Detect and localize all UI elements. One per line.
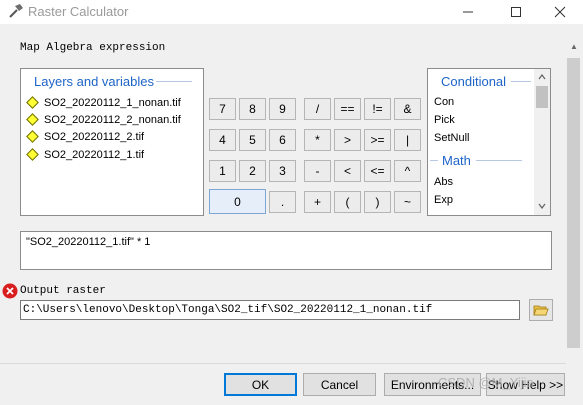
- window-title: Raster Calculator: [28, 4, 129, 19]
- layer-item[interactable]: SO2_20220112_2_nonan.tif: [26, 111, 181, 128]
- layer-item[interactable]: SO2_20220112_1.tif: [26, 146, 144, 163]
- browse-button[interactable]: [529, 299, 553, 321]
- raster-layer-icon: [26, 130, 39, 143]
- key-5[interactable]: 5: [239, 129, 266, 151]
- math-header-divider: [476, 160, 522, 161]
- ok-button[interactable]: OK: [224, 373, 297, 396]
- function-item-con[interactable]: Con: [434, 96, 454, 108]
- key-greater-equal[interactable]: >=: [364, 129, 391, 151]
- layer-item-label: SO2_20220112_1_nonan.tif: [44, 96, 181, 109]
- key-plus[interactable]: +: [304, 191, 331, 213]
- function-item-exp[interactable]: Exp: [434, 194, 453, 206]
- watermark: CSDN @M_Yijia: [438, 375, 534, 390]
- output-path-input[interactable]: C:\Users\lenovo\Desktop\Tonga\SO2_tif\SO…: [20, 300, 520, 320]
- close-icon[interactable]: [537, 0, 583, 24]
- error-icon: [2, 283, 18, 299]
- layer-item-label: SO2_20220112_1.tif: [44, 148, 145, 161]
- key-multiply[interactable]: *: [304, 129, 331, 151]
- dialog-scroll-thumb[interactable]: [567, 58, 580, 348]
- math-header-divider-left: [430, 160, 438, 161]
- key-xor[interactable]: ^: [394, 160, 421, 182]
- math-header: Math: [442, 153, 471, 168]
- minimize-icon[interactable]: [445, 0, 491, 24]
- key-divide[interactable]: /: [304, 98, 331, 120]
- expression-text: "SO2_20220112_1.tif" * 1: [26, 236, 151, 248]
- key-or[interactable]: |: [394, 129, 421, 151]
- function-item-abs[interactable]: Abs: [434, 176, 453, 188]
- function-item-pick[interactable]: Pick: [434, 114, 455, 126]
- key-9[interactable]: 9: [269, 98, 296, 120]
- layers-header: Layers and variables: [34, 74, 154, 89]
- maximize-icon[interactable]: [493, 0, 539, 24]
- key-3[interactable]: 3: [269, 160, 296, 182]
- key-decimal[interactable]: .: [269, 191, 296, 213]
- key-1[interactable]: 1: [209, 160, 236, 182]
- key-not-equal[interactable]: !=: [364, 98, 391, 120]
- key-minus[interactable]: -: [304, 160, 331, 182]
- key-equal[interactable]: ==: [334, 98, 361, 120]
- expression-label: Map Algebra expression: [20, 42, 166, 54]
- key-2[interactable]: 2: [239, 160, 266, 182]
- layers-header-divider: [156, 81, 192, 82]
- conditional-header-divider: [511, 81, 531, 82]
- key-and[interactable]: &: [394, 98, 421, 120]
- key-not[interactable]: ~: [394, 191, 421, 213]
- key-less[interactable]: <: [334, 160, 361, 182]
- key-close-paren[interactable]: ): [364, 191, 391, 213]
- function-item-setnull[interactable]: SetNull: [434, 132, 469, 144]
- key-6[interactable]: 6: [269, 129, 296, 151]
- layer-item-label: SO2_20220112_2_nonan.tif: [44, 113, 181, 126]
- footer-divider: [0, 363, 566, 364]
- layer-item-label: SO2_20220112_2.tif: [44, 130, 145, 143]
- folder-open-icon: [533, 305, 549, 316]
- hammer-icon: [7, 3, 25, 21]
- key-open-paren[interactable]: (: [334, 191, 361, 213]
- cancel-button[interactable]: Cancel: [303, 373, 376, 396]
- layer-item[interactable]: SO2_20220112_2.tif: [26, 128, 144, 145]
- scroll-down-icon[interactable]: [535, 200, 549, 212]
- key-7[interactable]: 7: [209, 98, 236, 120]
- output-raster-label: Output raster: [20, 285, 106, 297]
- functions-scroll-thumb[interactable]: [536, 86, 548, 108]
- key-0[interactable]: 0: [209, 189, 266, 214]
- key-8[interactable]: 8: [239, 98, 266, 120]
- key-greater[interactable]: >: [334, 129, 361, 151]
- conditional-header: Conditional: [441, 74, 507, 89]
- raster-layer-icon: [26, 148, 39, 161]
- raster-layer-icon: [26, 113, 39, 126]
- key-4[interactable]: 4: [209, 129, 236, 151]
- scroll-up-icon[interactable]: [535, 71, 549, 83]
- key-less-equal[interactable]: <=: [364, 160, 391, 182]
- raster-layer-icon: [26, 96, 39, 109]
- layer-item[interactable]: SO2_20220112_1_nonan.tif: [26, 94, 181, 111]
